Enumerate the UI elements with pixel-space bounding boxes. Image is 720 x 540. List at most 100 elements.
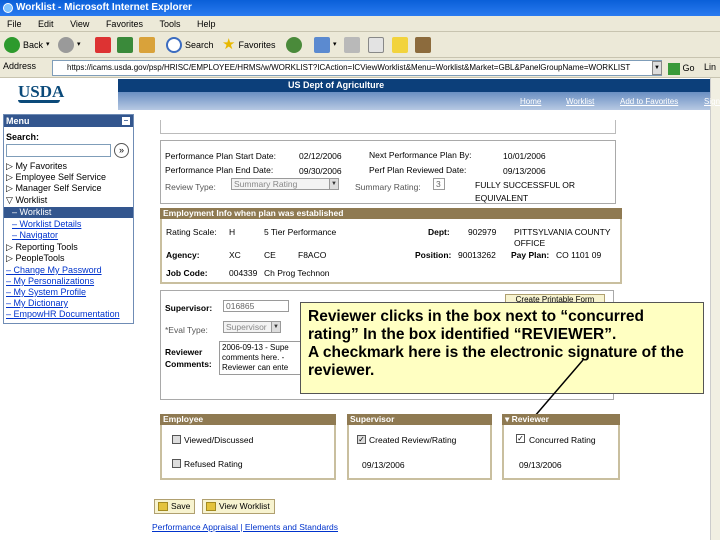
view-worklist-button[interactable]: View Worklist [202, 499, 275, 514]
edit-icon [368, 37, 384, 53]
menu-item-navigator[interactable]: – Navigator [12, 230, 58, 240]
collapse-icon[interactable]: – [122, 117, 130, 125]
plan-start-label: Performance Plan Start Date: [165, 151, 277, 161]
agency-code-2: CE [264, 250, 276, 260]
usda-logo: USDA [18, 82, 65, 103]
research-button[interactable] [415, 35, 431, 55]
home-button[interactable] [139, 35, 155, 55]
eval-type-label: *Eval Type: [165, 325, 208, 335]
back-button[interactable]: Back ▾ [4, 35, 50, 55]
review-type-select[interactable]: Summary Rating ▼ [231, 178, 339, 190]
nav-worklist-link[interactable]: Worklist [566, 97, 594, 106]
left-menu-panel: Menu – Search: » ▷ My Favorites ▷ Employ… [3, 114, 134, 324]
stop-button[interactable] [95, 35, 111, 55]
history-button[interactable] [286, 35, 302, 55]
discuss-button[interactable] [392, 35, 408, 55]
rating-scale-code: H [229, 227, 236, 237]
favorites-button[interactable]: ★ Favorites [222, 35, 275, 55]
menu-search-input[interactable] [6, 144, 111, 157]
agency-banner: US Dept of Agriculture [118, 79, 710, 92]
menu-item-my-system-profile[interactable]: – My System Profile [6, 287, 86, 297]
created-review-checkbox[interactable]: ✓ [357, 435, 366, 444]
search-button[interactable]: Search [166, 35, 214, 55]
job-code-value: 004339 [229, 268, 258, 278]
star-icon: ★ [222, 36, 236, 53]
supervisor-heading: Supervisor [347, 414, 492, 425]
menu-item-worklist[interactable]: – Worklist [12, 207, 51, 217]
eval-type-select[interactable]: Supervisor ▼ [223, 321, 281, 333]
edit-button[interactable] [368, 35, 384, 55]
save-button[interactable]: Save [154, 499, 196, 514]
agency-label: Agency: [166, 250, 200, 260]
dept-name: PITTSYLVANIA COUNTY [514, 227, 611, 237]
position-label: Position: [415, 250, 452, 260]
printer-icon [344, 37, 360, 53]
job-code-text: Ch Prog Technon [264, 268, 330, 278]
mail-icon [314, 37, 330, 53]
go-button[interactable]: Go [668, 60, 695, 76]
review-type-label: Review Type: [165, 182, 216, 192]
vertical-scrollbar[interactable] [710, 78, 720, 540]
summary-rating-code: 3 [433, 178, 445, 190]
research-icon [415, 37, 431, 53]
menu-file[interactable]: File [0, 16, 29, 32]
supervisor-signoff-date: 09/13/2006 [362, 460, 405, 470]
position-value: 90013262 [458, 250, 496, 260]
refresh-button[interactable] [117, 35, 133, 55]
forward-arrow-icon [58, 37, 74, 53]
menu-item-my-favorites[interactable]: ▷ My Favorites [6, 161, 67, 172]
menu-item-reporting-tools[interactable]: ▷ Reporting Tools [6, 242, 78, 253]
address-label: Address [3, 61, 37, 71]
menu-item-manager-self-service[interactable]: ▷ Manager Self Service [6, 183, 101, 194]
concurred-rating-label: Concurred Rating [529, 435, 596, 445]
worklist-icon [206, 502, 216, 511]
nav-sign-out-link[interactable]: Sign [704, 97, 720, 106]
plan-end-label: Performance Plan End Date: [165, 165, 274, 175]
menu-item-worklist-folder[interactable]: ▽ Worklist [6, 195, 47, 206]
summary-rating-text-2: EQUIVALENT [475, 193, 529, 203]
menu-favorites[interactable]: Favorites [99, 16, 150, 32]
menu-tools[interactable]: Tools [152, 16, 187, 32]
menu-view[interactable]: View [63, 16, 96, 32]
forward-button[interactable]: ▾ [58, 35, 81, 55]
stop-icon [95, 37, 111, 53]
menu-item-change-password[interactable]: – Change My Password [6, 265, 102, 275]
summary-rating-text: FULLY SUCCESSFUL OR [475, 180, 575, 190]
footer-links[interactable]: Performance Appraisal | Elements and Sta… [152, 522, 338, 532]
created-review-label: Created Review/Rating [369, 435, 457, 445]
window-title: Worklist - Microsoft Internet Explorer [16, 2, 192, 13]
menu-item-empowhr-documentation[interactable]: – EmpowHR Documentation [6, 309, 120, 319]
rating-scale-text: 5 Tier Performance [264, 227, 337, 237]
address-bar: Address https://icams.usda.gov/psp/HRISC… [0, 58, 720, 78]
refused-rating-checkbox[interactable] [172, 459, 181, 468]
magnifier-icon [166, 37, 182, 53]
reviewer-comments-label: Reviewer [165, 347, 203, 357]
url-input[interactable]: https://icams.usda.gov/psp/HRISC/EMPLOYE… [52, 60, 662, 76]
agency-code-1: XC [229, 250, 241, 260]
viewed-discussed-checkbox[interactable] [172, 435, 181, 444]
mail-button[interactable]: ▾ [314, 35, 337, 55]
links-label[interactable]: Lin [704, 62, 716, 72]
menu-item-employee-self-service[interactable]: ▷ Employee Self Service [6, 172, 106, 183]
reviewer-heading: ▾ Reviewer [502, 414, 620, 425]
concurred-rating-checkbox[interactable]: ✓ [516, 434, 525, 443]
reviewer-comments-textarea[interactable]: 2006-09-13 - Supe comments here. - Revie… [219, 341, 301, 375]
employment-info-heading: Employment Info when plan was establishe… [160, 208, 622, 219]
rating-scale-label: Rating Scale: [166, 227, 217, 237]
menu-item-peopletools[interactable]: ▷ PeopleTools [6, 253, 64, 264]
menu-edit[interactable]: Edit [31, 16, 61, 32]
dept-name-2: OFFICE [514, 238, 546, 248]
print-button[interactable] [344, 35, 360, 55]
plan-reviewed-label: Perf Plan Reviewed Date: [369, 165, 467, 175]
menu-item-my-personalizations[interactable]: – My Personalizations [6, 276, 94, 286]
callout-line-2: A checkmark here is the electronic signa… [308, 344, 684, 379]
menu-item-my-dictionary[interactable]: – My Dictionary [6, 298, 68, 308]
menu-help[interactable]: Help [190, 16, 223, 32]
nav-add-favorites-link[interactable]: Add to Favorites [620, 97, 678, 106]
header-nav-bar: Home Worklist Add to Favorites Sign [118, 92, 720, 110]
nav-home-link[interactable]: Home [520, 97, 541, 106]
search-go-icon[interactable]: » [114, 143, 129, 158]
menu-item-worklist-details[interactable]: – Worklist Details [12, 219, 81, 229]
job-code-label: Job Code: [166, 268, 208, 278]
url-dropdown-icon[interactable]: ▼ [652, 61, 662, 75]
